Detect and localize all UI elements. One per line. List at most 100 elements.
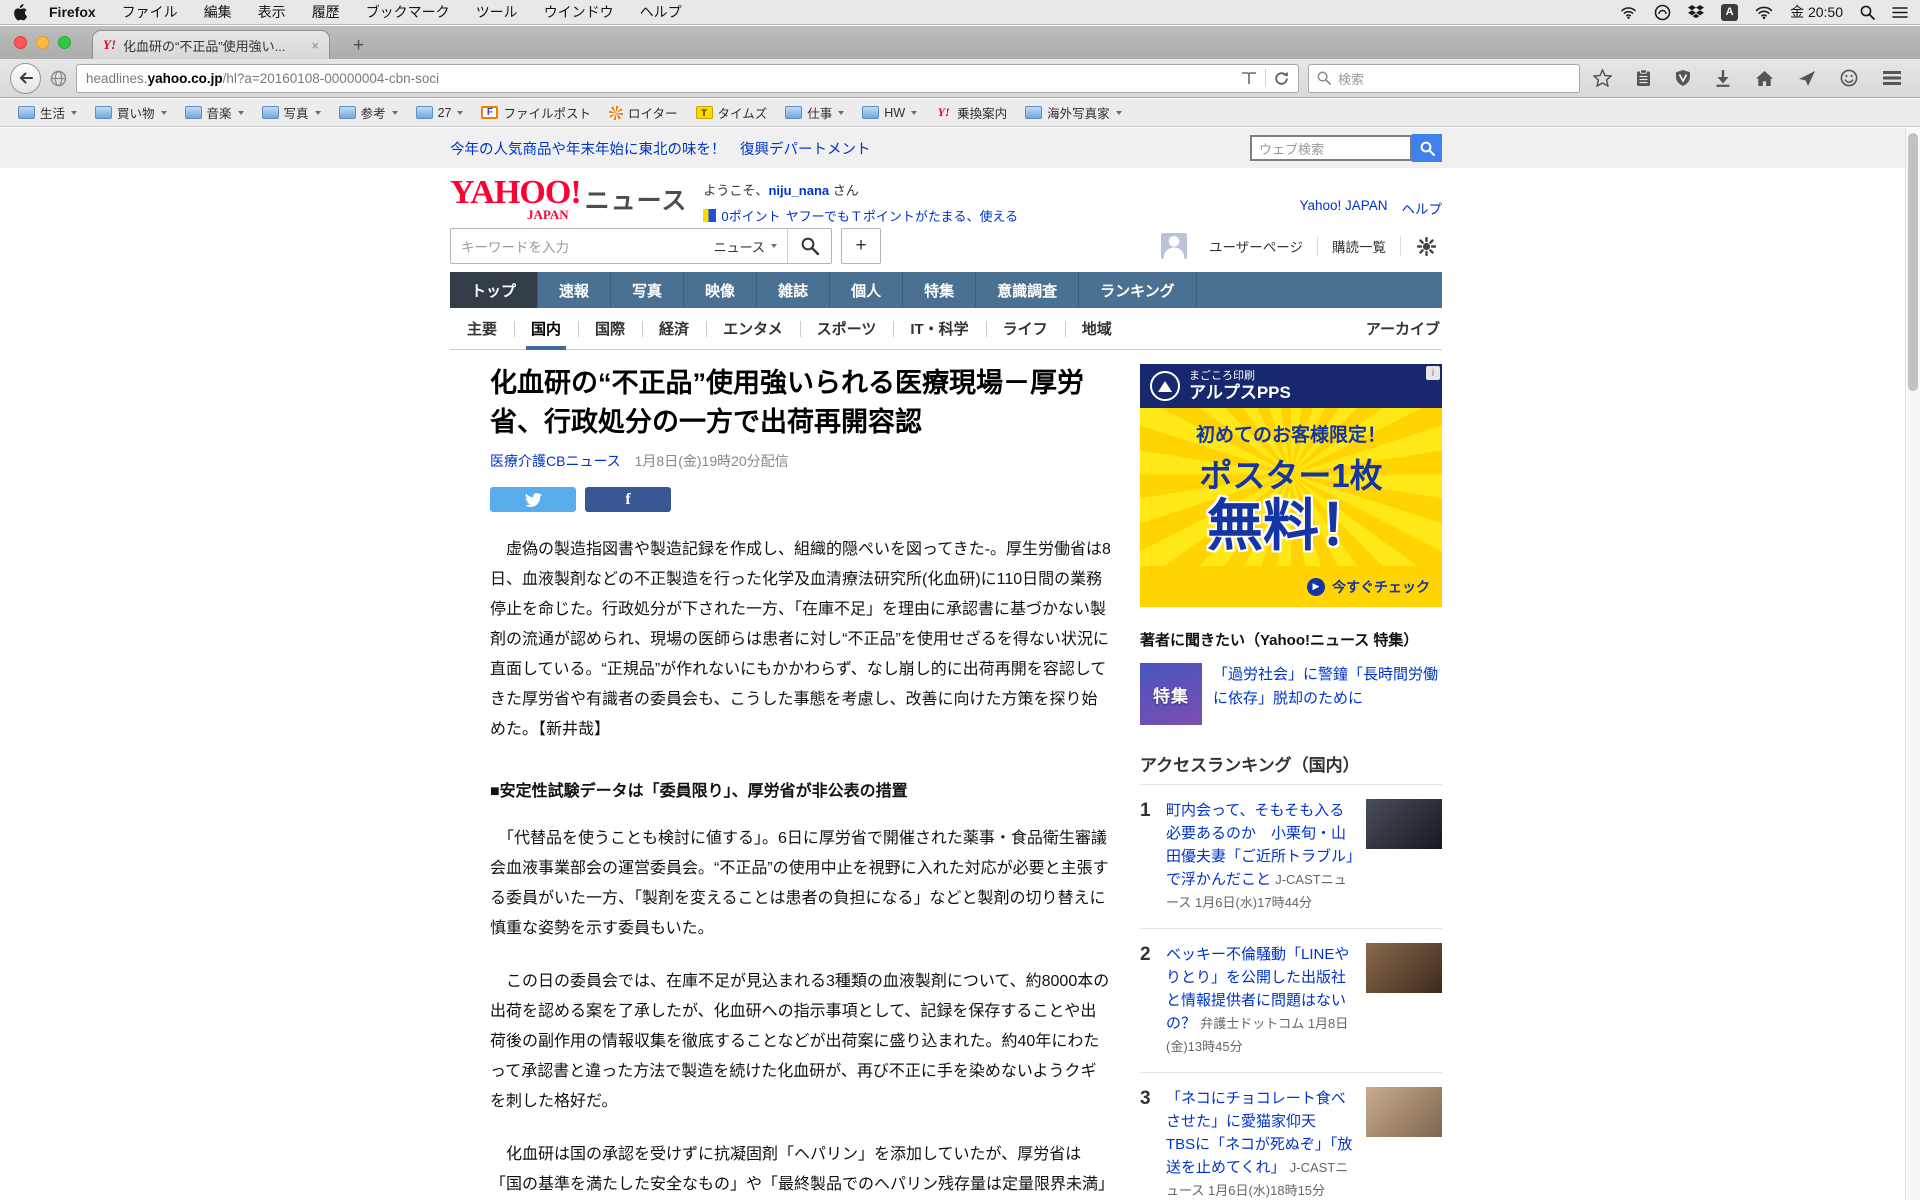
menu-item[interactable]: ヘルプ — [640, 2, 682, 22]
bookmark-item[interactable]: 買い物 — [87, 101, 175, 124]
scrollbar-thumb[interactable] — [1908, 133, 1918, 391]
nav-tab[interactable]: トップ — [450, 272, 539, 308]
twitter-share-button[interactable] — [490, 487, 576, 512]
search-scope-dropdown[interactable]: ニュース — [704, 237, 787, 256]
facebook-share-button[interactable]: f — [585, 487, 671, 512]
menu-clock[interactable]: 金 20:50 — [1790, 2, 1843, 22]
category-tab[interactable]: スポーツ — [799, 308, 894, 349]
web-search-button[interactable] — [1412, 134, 1442, 162]
menu-item[interactable]: 編集 — [204, 2, 232, 22]
bookmark-item[interactable]: 海外写真家 — [1017, 101, 1130, 124]
notification-center-icon[interactable] — [1892, 6, 1908, 19]
feature-link[interactable]: 「過労社会」に警鐘「長時間労働に依存」脱却のために — [1213, 663, 1442, 725]
bookmark-item[interactable]: 参考 — [331, 101, 406, 124]
subscriptions-link[interactable]: 購読一覧 — [1318, 236, 1400, 256]
category-tab[interactable]: IT・科学 — [893, 308, 985, 349]
dropbox-icon[interactable] — [1688, 4, 1705, 20]
nav-tab[interactable]: ランキング — [1079, 272, 1197, 308]
nav-tab[interactable]: 写真 — [611, 272, 685, 308]
points-link[interactable]: 0ポイント — [721, 206, 780, 225]
bookmark-item[interactable]: 音楽 — [177, 101, 252, 124]
ad-banner[interactable]: まごころ印刷 アルプスPPS i 初めてのお客様限定！ ポスター1枚 無料！ ▶… — [1140, 364, 1442, 607]
back-button[interactable] — [10, 62, 41, 94]
menu-item[interactable]: ブックマーク — [366, 2, 450, 22]
help-link[interactable]: ヘルプ — [1402, 198, 1443, 226]
creative-cloud-icon[interactable] — [1654, 4, 1671, 21]
menu-item[interactable]: 表示 — [258, 2, 286, 22]
apple-menu-icon[interactable] — [12, 3, 27, 21]
category-tab[interactable]: 国際 — [578, 308, 642, 349]
nav-tab[interactable]: 速報 — [538, 272, 612, 308]
wifi-icon[interactable] — [1755, 6, 1773, 19]
category-tab[interactable]: ライフ — [985, 308, 1065, 349]
shield-icon[interactable] — [1675, 69, 1691, 87]
news-search-input[interactable]: キーワードを入力 — [451, 236, 704, 256]
news-search-button[interactable] — [787, 229, 831, 263]
add-search-button[interactable]: + — [841, 228, 881, 264]
nav-tab[interactable]: 雑誌 — [757, 272, 831, 308]
article-source-link[interactable]: 医療介護CBニュース — [490, 453, 621, 469]
bookmark-item[interactable]: HW — [854, 104, 925, 122]
wireless-device-icon[interactable] — [1620, 6, 1637, 19]
category-tab[interactable]: エンタメ — [706, 308, 800, 349]
username-link[interactable]: niju_nana — [768, 183, 829, 198]
bookmark-star-icon[interactable] — [1593, 69, 1612, 87]
menu-hamburger-icon[interactable] — [1882, 70, 1902, 86]
bookmark-item[interactable]: ロイター — [601, 101, 686, 124]
ranking-item[interactable]: 3 「ネコにチョコレート食べさせた」に愛猫家仰天 TBSに「ネコが死ぬぞ」「放送… — [1140, 1073, 1442, 1200]
nav-tab[interactable]: 特集 — [903, 272, 977, 308]
send-plane-icon[interactable] — [1798, 70, 1816, 87]
ad-info-icon[interactable]: i — [1426, 366, 1440, 380]
promo-banner-link[interactable]: 今年の人気商品や年末年始に東北の味を！ 復興デパートメント — [450, 138, 871, 159]
scrollbar[interactable] — [1905, 128, 1920, 1200]
yahoo-japan-link[interactable]: Yahoo! JAPAN — [1299, 198, 1387, 226]
archive-link[interactable]: アーカイブ — [1366, 308, 1442, 349]
category-tab[interactable]: 主要 — [450, 308, 514, 349]
bookmark-item[interactable]: 生活 — [10, 101, 85, 124]
bookmark-item[interactable]: 乗換案内 — [927, 101, 1015, 124]
close-tab-icon[interactable]: × — [311, 38, 319, 53]
reload-icon[interactable] — [1274, 71, 1289, 86]
feature-item[interactable]: 特集 「過労社会」に警鐘「長時間労働に依存」脱却のために — [1140, 663, 1442, 725]
web-search-input[interactable]: ウェブ検索 — [1250, 135, 1412, 161]
ranking-item[interactable]: 2 ベッキー不倫騒動「LINEやりとり」を公開した出版社と情報提供者に問題はない… — [1140, 929, 1442, 1073]
spotlight-search-icon[interactable] — [1860, 5, 1875, 20]
category-tab[interactable]: 国内 — [514, 308, 578, 350]
menu-item[interactable]: ファイル — [122, 2, 178, 22]
yahoo-news-logo[interactable]: YAHOO! JAPAN ニュース — [450, 176, 687, 226]
reader-mode-icon[interactable] — [1241, 71, 1257, 85]
menu-item[interactable]: ツール — [476, 2, 518, 22]
category-tab[interactable]: 地域 — [1064, 308, 1129, 349]
close-window-button[interactable] — [14, 36, 27, 49]
nav-tab[interactable]: 意識調査 — [976, 272, 1080, 308]
nav-tab[interactable]: 個人 — [830, 272, 904, 308]
gear-icon[interactable] — [1401, 236, 1442, 256]
zoom-window-button[interactable] — [58, 36, 71, 49]
new-tab-button[interactable]: + — [345, 36, 372, 55]
home-icon[interactable] — [1755, 70, 1774, 87]
tpoint-note-link[interactable]: ヤフーでもＴポイントがたまる、使える — [786, 206, 1018, 225]
clipboard-icon[interactable] — [1636, 69, 1651, 87]
input-method-icon[interactable]: A — [1721, 3, 1739, 21]
bookmark-item[interactable]: ファイルポスト — [473, 101, 599, 124]
minimize-window-button[interactable] — [36, 36, 49, 49]
browser-search-field[interactable]: 検索 — [1308, 63, 1580, 93]
browser-tab[interactable]: Y! 化血研の“不正品”使用強い... × — [92, 30, 330, 59]
menu-item[interactable]: ウインドウ — [544, 2, 614, 22]
category-tab[interactable]: 経済 — [642, 308, 706, 349]
bookmark-item[interactable]: タイムズ — [688, 101, 776, 124]
avatar[interactable] — [1161, 233, 1188, 259]
menu-item[interactable]: 履歴 — [312, 2, 340, 22]
address-bar[interactable]: headlines.yahoo.co.jp/hl?a=20160108-0000… — [76, 63, 1299, 93]
ranking-item[interactable]: 1 町内会って、そもそも入る必要あるのか 小栗旬・山田優夫妻「ご近所トラブル」で… — [1140, 785, 1442, 929]
article-title: 化血研の“不正品”使用強いられる医療現場－厚労省、行政処分の一方で出荷再開容認 — [490, 368, 1084, 437]
bookmark-item[interactable]: 27 — [408, 104, 472, 122]
user-page-link[interactable]: ユーザーページ — [1195, 236, 1317, 256]
nav-tab[interactable]: 映像 — [684, 272, 758, 308]
bookmark-item[interactable]: 仕事 — [777, 101, 852, 124]
download-icon[interactable] — [1715, 69, 1731, 87]
ad-cta-link[interactable]: 今すぐチェック — [1332, 577, 1430, 597]
menu-item[interactable]: Firefox — [49, 4, 96, 20]
smiley-icon[interactable] — [1840, 69, 1858, 87]
bookmark-item[interactable]: 写真 — [254, 101, 329, 124]
